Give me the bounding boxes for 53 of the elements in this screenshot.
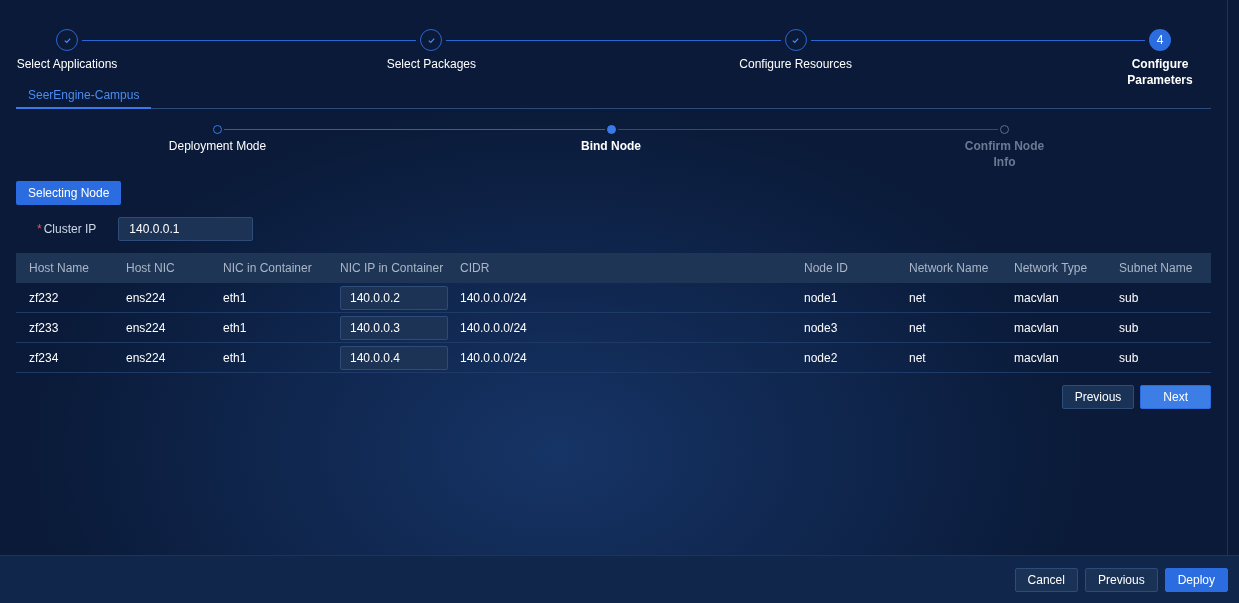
- ip-field[interactable]: 140.0.0.2: [340, 285, 448, 310]
- step-label: Bind Node: [581, 138, 641, 154]
- footer-button[interactable]: Cancel: [1014, 567, 1078, 592]
- ip-field[interactable]: 140.0.0.4: [340, 345, 448, 370]
- table-cell: macvlan: [1014, 290, 1059, 305]
- table-cell: node1: [804, 290, 838, 305]
- column-header: NIC IP in Container: [340, 261, 444, 275]
- column-header: Subnet Name: [1119, 261, 1193, 275]
- cluster-ip-field[interactable]: 140.0.0.1: [118, 217, 254, 241]
- table-cell: node3: [804, 320, 838, 335]
- table-cell: zf233: [29, 320, 59, 335]
- footer-button[interactable]: Previous: [1084, 567, 1158, 592]
- table-cell: sub: [1119, 320, 1139, 335]
- table-cell: ens224: [126, 320, 166, 335]
- column-header: CIDR: [460, 261, 490, 275]
- table-cell: net: [909, 290, 926, 305]
- column-header: NIC in Container: [223, 261, 312, 275]
- table-cell: net: [909, 350, 926, 365]
- table-cell: ens224: [126, 350, 166, 365]
- step-label: Configure Resources: [739, 56, 853, 72]
- required-mark: *: [37, 221, 42, 238]
- table-cell: 140.0.0.0/24: [460, 350, 527, 365]
- column-header: Host NIC: [126, 261, 175, 275]
- tab[interactable]: SeerEngine-Campus: [16, 83, 152, 109]
- table-cell: zf234: [29, 350, 59, 365]
- column-header: Node ID: [804, 261, 849, 275]
- table-cell: eth1: [223, 320, 247, 335]
- step-label: Deployment Mode: [168, 138, 267, 154]
- step-label: Select Applications: [16, 56, 118, 72]
- step-label: Confirm Node Info: [964, 138, 1045, 170]
- selecting-node-button[interactable]: Selecting Node: [16, 181, 122, 205]
- column-header: Network Name: [909, 261, 989, 275]
- table-cell: sub: [1119, 290, 1139, 305]
- step-label: Configure Parameters: [1126, 56, 1194, 88]
- column-header: Network Type: [1014, 261, 1088, 275]
- table-cell: sub: [1119, 350, 1139, 365]
- column-header: Host Name: [29, 261, 90, 275]
- table-cell: ens224: [126, 290, 166, 305]
- table-cell: net: [909, 320, 926, 335]
- table-cell: macvlan: [1014, 350, 1059, 365]
- table-cell: 140.0.0.0/24: [460, 320, 527, 335]
- deploy-button[interactable]: Deploy: [1164, 567, 1228, 592]
- table-cell: zf232: [29, 290, 59, 305]
- field-label: Cluster IP: [43, 221, 97, 238]
- table-cell: eth1: [223, 350, 247, 365]
- next-button[interactable]: Next: [1140, 385, 1211, 409]
- table-cell: eth1: [223, 290, 247, 305]
- ip-field[interactable]: 140.0.0.3: [340, 315, 448, 340]
- previous-button[interactable]: Previous: [1061, 385, 1135, 409]
- table-cell: node2: [804, 350, 838, 365]
- step-label: Select Packages: [386, 56, 477, 72]
- table-cell: macvlan: [1014, 320, 1059, 335]
- table-cell: 140.0.0.0/24: [460, 290, 527, 305]
